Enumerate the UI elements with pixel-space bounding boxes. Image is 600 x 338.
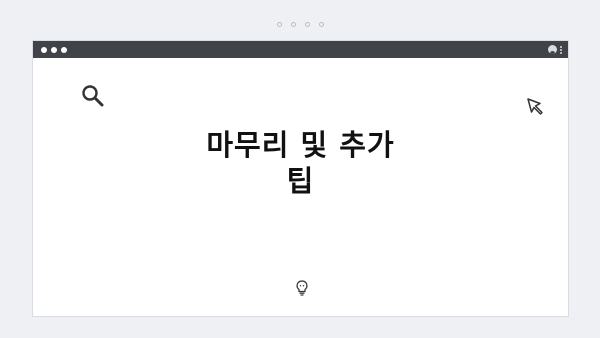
titlebar-right-controls [548, 45, 562, 54]
window-control-dot[interactable] [61, 46, 67, 53]
slide-title-line: 팁 [286, 164, 315, 198]
kebab-menu-icon[interactable] [560, 45, 562, 54]
indicator-dot[interactable] [304, 22, 310, 27]
window-control-dot[interactable] [51, 46, 57, 53]
slide-content: 마무리 및 추가 팁 [33, 58, 568, 316]
lightbulb-icon [296, 280, 308, 296]
carousel-indicator [0, 22, 600, 27]
window-titlebar [33, 41, 568, 58]
window-control-dot[interactable] [41, 46, 47, 53]
user-icon[interactable] [548, 45, 557, 54]
indicator-dot[interactable] [290, 22, 296, 27]
cursor-arrow-icon [527, 98, 543, 115]
browser-window: 마무리 및 추가 팁 [32, 40, 569, 317]
slide-title-line: 마무리 및 추가 [206, 128, 395, 162]
window-controls [41, 46, 67, 53]
indicator-dot[interactable] [276, 22, 282, 27]
search-icon [82, 85, 104, 107]
indicator-dot[interactable] [318, 22, 324, 27]
slide-title: 마무리 및 추가 팁 [33, 127, 568, 199]
